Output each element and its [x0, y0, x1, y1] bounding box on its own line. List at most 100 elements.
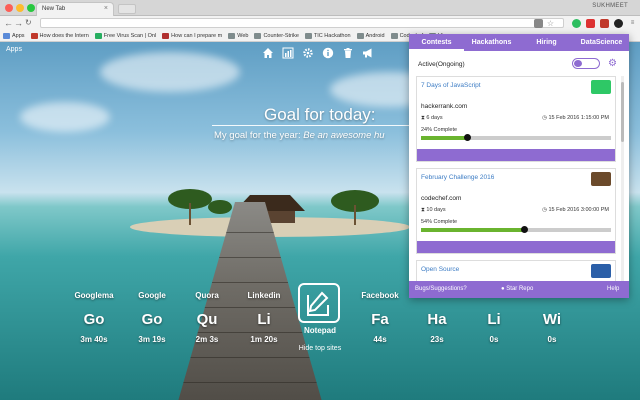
- pdf-icon[interactable]: [586, 19, 595, 28]
- contest-title[interactable]: February Challenge 2016: [421, 174, 494, 181]
- top-site-tile[interactable]: Li 0s: [464, 291, 524, 344]
- top-site-tile[interactable]: Googlema Go 3m 40s: [64, 291, 124, 344]
- scrollbar-thumb[interactable]: [621, 82, 624, 142]
- tab-hiring[interactable]: Hiring: [519, 34, 574, 51]
- end-date-value: 15 Feb 2016 3:00:00 PM: [548, 207, 609, 213]
- top-site-tile[interactable]: Google Go 3m 19s: [122, 291, 182, 344]
- profile-name[interactable]: SUKHMEET: [592, 3, 628, 9]
- contest-site: codechef.com: [421, 195, 462, 202]
- hackerrank-extension-icon[interactable]: [600, 19, 609, 28]
- tab-close-icon[interactable]: ×: [104, 5, 108, 12]
- top-site-tile[interactable]: Ha 23s: [407, 291, 467, 344]
- bookmark-icon: [94, 32, 102, 39]
- bookmark-icon: [162, 32, 170, 39]
- contest-duration: ⧗ 10 days: [421, 207, 446, 214]
- duration-value: 6 days: [426, 115, 443, 121]
- bookmark-label: TIC Hackathon: [313, 32, 351, 39]
- contest-title[interactable]: Open Source: [421, 266, 459, 273]
- top-site-name: Googlema: [74, 291, 114, 300]
- top-site-tile[interactable]: Linkedin Li 1m 20s: [234, 291, 294, 344]
- apps-grid-icon: [3, 32, 10, 39]
- bookmark-item[interactable]: Free Virus Scan | Onl: [94, 32, 157, 39]
- bookmark-item[interactable]: Counter-Strike: [254, 32, 299, 39]
- active-ongoing-label: Active(Ongoing): [418, 61, 465, 68]
- bookmark-label: Web: [237, 32, 249, 39]
- tab-contests[interactable]: Contests: [409, 34, 464, 51]
- progress-fill: [421, 136, 467, 140]
- top-site-tile[interactable]: Facebook Fa 44s: [350, 291, 410, 344]
- maximize-window-button[interactable]: [27, 4, 35, 12]
- progress-label: 24% Complete: [421, 127, 458, 133]
- contest-list-scrollbar[interactable]: [621, 76, 624, 281]
- window-titlebar: New Tab × SUKHMEET: [0, 0, 640, 16]
- close-window-button[interactable]: [5, 4, 13, 12]
- bookmark-label: Apps: [12, 32, 25, 39]
- address-bar[interactable]: [40, 18, 564, 28]
- bookmark-item[interactable]: How does the Intern: [30, 32, 89, 39]
- bookmark-item[interactable]: How can I prepare m: [162, 32, 223, 39]
- bookmark-label: How can I prepare m: [171, 32, 223, 39]
- top-site-name: Facebook: [361, 291, 399, 300]
- back-arrow-icon[interactable]: ←: [4, 17, 13, 29]
- menu-icon[interactable]: ≡: [628, 19, 637, 28]
- hide-top-sites-link[interactable]: Hide top sites: [282, 345, 358, 352]
- notepad-button[interactable]: [298, 283, 340, 323]
- contest-duration: ⧗ 6 days: [421, 115, 443, 122]
- notepad-label: Notepad: [304, 326, 336, 335]
- bugs-suggestions-link[interactable]: Bugs/Suggestions?: [415, 286, 467, 292]
- top-site-tile[interactable]: Quora Qu 2m 3s: [177, 291, 237, 344]
- tab-hackathons[interactable]: Hackathons: [464, 34, 519, 51]
- bookmark-label: How does the Intern: [39, 32, 89, 39]
- apps-link[interactable]: Apps: [6, 46, 22, 53]
- gear-icon[interactable]: ⚙: [608, 59, 617, 69]
- bookmark-icon: [304, 32, 312, 39]
- trash-icon[interactable]: [342, 47, 354, 59]
- gear-icon[interactable]: [302, 47, 314, 59]
- new-tab-button[interactable]: [118, 4, 136, 14]
- contest-card[interactable]: Open Source: [416, 260, 616, 281]
- top-site-abbr: Ha: [427, 311, 447, 328]
- top-site-name: Google: [138, 291, 166, 300]
- help-link[interactable]: Help: [607, 286, 619, 292]
- bookmark-item[interactable]: Android: [356, 32, 385, 39]
- bookmark-icon: [390, 32, 398, 39]
- top-site-time: 0s: [489, 335, 499, 344]
- info-icon[interactable]: [322, 47, 334, 59]
- megaphone-icon[interactable]: [362, 47, 374, 59]
- star-repo-label: Star Repo: [506, 286, 534, 292]
- contest-card[interactable]: 7 Days of JavaScript hackerrank.com ⧗ 6 da…: [416, 76, 616, 162]
- bookmark-label: Free Virus Scan | Onl: [103, 32, 157, 39]
- navigation-bar: ← → ↻ ☆ ≡: [0, 16, 640, 30]
- goal-text[interactable]: Be an awesome hu: [303, 130, 384, 141]
- browser-tab[interactable]: New Tab ×: [36, 2, 114, 16]
- bookmark-item[interactable]: Web: [228, 32, 249, 39]
- goal-prefix: My goal for the year:: [214, 130, 304, 141]
- forward-arrow-icon[interactable]: →: [14, 17, 23, 29]
- bookmark-item[interactable]: Apps: [3, 32, 25, 39]
- star-repo-link[interactable]: ● Star Repo: [501, 286, 533, 292]
- home-icon[interactable]: [262, 47, 274, 59]
- minimize-window-button[interactable]: [16, 4, 24, 12]
- tab-datascience[interactable]: DataScience: [574, 34, 629, 51]
- settings-sync-icon[interactable]: [534, 19, 543, 28]
- progress-label: 54% Complete: [421, 219, 458, 225]
- contest-end-date: ◷ 15 Feb 2016 1:15:00 PM: [542, 115, 609, 121]
- bookmark-icon: [356, 32, 364, 39]
- reload-icon[interactable]: ↻: [25, 17, 32, 29]
- bookmark-label: Android: [365, 32, 385, 39]
- evernote-icon[interactable]: [572, 19, 581, 28]
- active-toggle[interactable]: [572, 58, 600, 69]
- goal-input-underline[interactable]: [212, 125, 412, 126]
- contest-title[interactable]: 7 Days of JavaScript: [421, 82, 481, 89]
- codechef-extension-icon[interactable]: [614, 19, 623, 28]
- duration-value: 10 days: [426, 207, 446, 213]
- contest-card-footer: [417, 241, 615, 253]
- progress-bar: [421, 226, 611, 233]
- top-site-tile[interactable]: Wi 0s: [522, 291, 582, 344]
- contest-site-logo: [591, 80, 611, 94]
- chart-icon[interactable]: [282, 47, 294, 59]
- star-icon[interactable]: ☆: [546, 19, 555, 28]
- contest-card[interactable]: February Challenge 2016 codechef.com ⧗ 10 …: [416, 168, 616, 254]
- bookmark-item[interactable]: TIC Hackathon: [304, 32, 351, 39]
- top-site-time: 23s: [430, 335, 444, 344]
